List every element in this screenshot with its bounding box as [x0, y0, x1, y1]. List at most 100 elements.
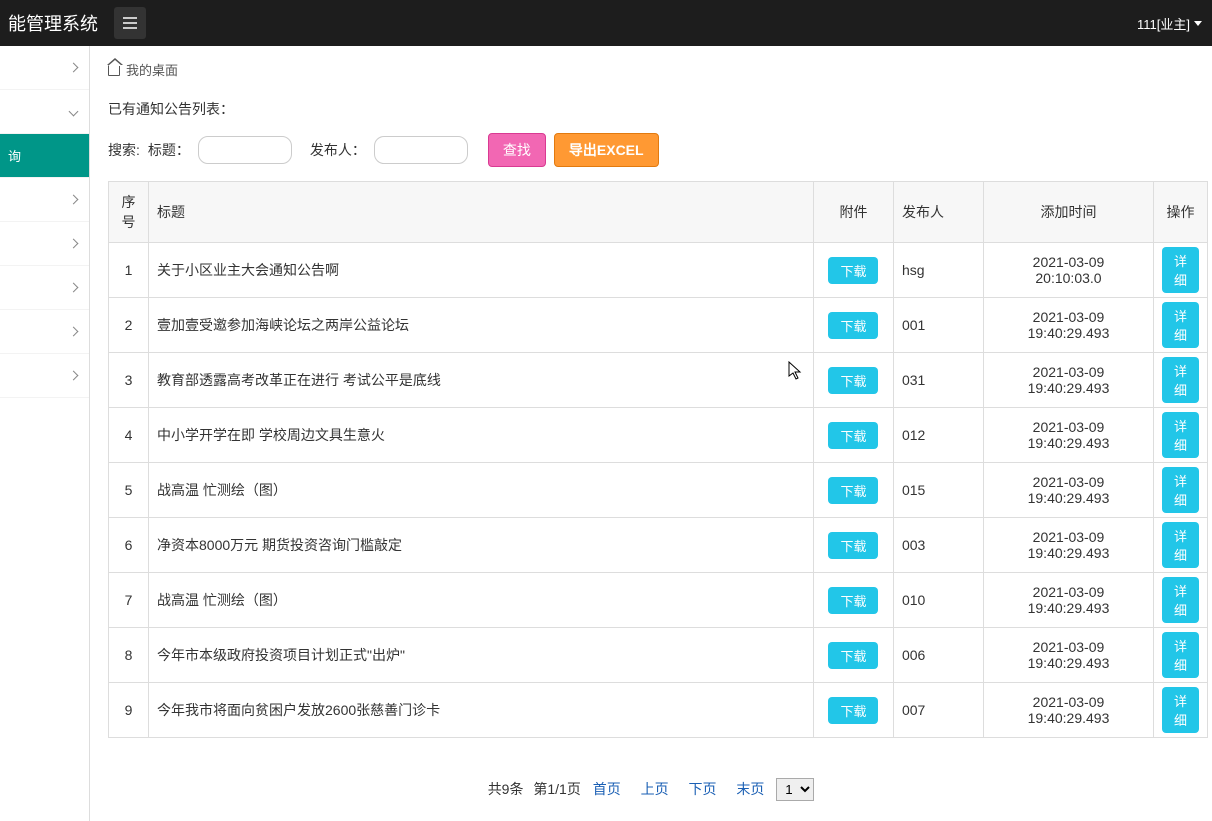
- download-button[interactable]: 下载: [828, 257, 878, 284]
- th-action: 操作: [1153, 182, 1207, 243]
- cell-time: 2021-03-0919:40:29.493: [983, 573, 1153, 628]
- cell-publisher: 003: [893, 518, 983, 573]
- cell-title: 今年我市将面向贫困户发放2600张慈善门诊卡: [149, 683, 814, 738]
- user-dropdown[interactable]: 111[业主]: [1137, 14, 1202, 33]
- sidebar-item-3[interactable]: [0, 178, 89, 222]
- cell-attach: 下载: [813, 518, 893, 573]
- table-row: 6净资本8000万元 期货投资咨询门槛敲定下载0032021-03-0919:4…: [109, 518, 1208, 573]
- cell-publisher: 006: [893, 628, 983, 683]
- cell-seq: 1: [109, 243, 149, 298]
- detail-button[interactable]: 详细: [1162, 687, 1199, 733]
- detail-button[interactable]: 详细: [1162, 247, 1199, 293]
- detail-button[interactable]: 详细: [1162, 412, 1199, 458]
- table-row: 2壹加壹受邀参加海峡论坛之两岸公益论坛下载0012021-03-0919:40:…: [109, 298, 1208, 353]
- detail-button[interactable]: 详细: [1162, 632, 1199, 678]
- page-select[interactable]: 1: [776, 778, 814, 801]
- page-next-link[interactable]: 下页: [689, 781, 717, 797]
- table-row: 3教育部透露高考改革正在进行 考试公平是底线下载0312021-03-0919:…: [109, 353, 1208, 408]
- sidebar-item-1[interactable]: [0, 90, 89, 134]
- cell-seq: 7: [109, 573, 149, 628]
- chevron-down-icon: [69, 107, 79, 117]
- cell-time: 2021-03-0919:40:29.493: [983, 298, 1153, 353]
- home-icon: [108, 64, 120, 76]
- page-prev-link[interactable]: 上页: [641, 781, 669, 797]
- page-first-link[interactable]: 首页: [593, 781, 621, 797]
- th-publisher: 发布人: [893, 182, 983, 243]
- title-input[interactable]: [198, 136, 292, 164]
- chevron-right-icon: [69, 327, 79, 337]
- sidebar-item-4[interactable]: [0, 222, 89, 266]
- table-row: 7战高温 忙测绘（图） 下载 0102021-03-0919:40:29.493详细: [109, 573, 1208, 628]
- app-title: 能管理系统: [0, 10, 98, 36]
- cell-title: 中小学开学在即 学校周边文具生意火: [149, 408, 814, 463]
- cell-seq: 5: [109, 463, 149, 518]
- cell-attach: 下载: [813, 243, 893, 298]
- cell-action: 详细: [1153, 353, 1207, 408]
- breadcrumb: 我的桌面: [90, 46, 1212, 93]
- cell-seq: 6: [109, 518, 149, 573]
- title-label: 标题：: [148, 140, 190, 160]
- cell-title: 壹加壹受邀参加海峡论坛之两岸公益论坛: [149, 298, 814, 353]
- publisher-input[interactable]: [374, 136, 468, 164]
- menu-toggle-button[interactable]: [114, 7, 146, 39]
- download-button[interactable]: 下载: [828, 367, 878, 394]
- download-button[interactable]: 下载: [828, 532, 878, 559]
- sidebar-item-query[interactable]: 询: [0, 134, 89, 178]
- cell-title: 教育部透露高考改革正在进行 考试公平是底线: [149, 353, 814, 408]
- pagination: 共9条 第1/1页 首页 上页 下页 末页 1: [90, 738, 1212, 821]
- download-button[interactable]: 下载: [828, 587, 878, 614]
- page-total: 共9条: [488, 781, 524, 797]
- cell-time: 2021-03-0919:40:29.493: [983, 408, 1153, 463]
- cell-attach: 下载: [813, 463, 893, 518]
- chevron-right-icon: [69, 63, 79, 73]
- sidebar-item-7[interactable]: [0, 354, 89, 398]
- cell-time: 2021-03-0919:40:29.493: [983, 353, 1153, 408]
- hamburger-icon: [123, 17, 137, 29]
- cell-publisher: hsg: [893, 243, 983, 298]
- detail-button[interactable]: 详细: [1162, 357, 1199, 403]
- cell-title: 今年市本级政府投资项目计划正式"出炉": [149, 628, 814, 683]
- sidebar-item-5[interactable]: [0, 266, 89, 310]
- cell-attach: 下载: [813, 408, 893, 463]
- download-button[interactable]: 下载: [828, 477, 878, 504]
- detail-button[interactable]: 详细: [1162, 302, 1199, 348]
- sidebar-item-0[interactable]: [0, 46, 89, 90]
- publisher-label: 发布人：: [310, 140, 366, 160]
- search-prefix: 搜索:: [108, 140, 140, 160]
- detail-button[interactable]: 详细: [1162, 577, 1199, 623]
- cell-publisher: 031: [893, 353, 983, 408]
- cell-action: 详细: [1153, 298, 1207, 353]
- th-title: 标题: [149, 182, 814, 243]
- chevron-right-icon: [69, 283, 79, 293]
- cell-publisher: 007: [893, 683, 983, 738]
- page-last-link[interactable]: 末页: [736, 781, 764, 797]
- detail-button[interactable]: 详细: [1162, 522, 1199, 568]
- detail-button[interactable]: 详细: [1162, 467, 1199, 513]
- cell-time: 2021-03-0919:40:29.493: [983, 628, 1153, 683]
- sidebar-item-6[interactable]: [0, 310, 89, 354]
- cell-seq: 9: [109, 683, 149, 738]
- cell-time: 2021-03-0920:10:03.0: [983, 243, 1153, 298]
- cell-attach: 下载: [813, 298, 893, 353]
- cell-time: 2021-03-0919:40:29.493: [983, 518, 1153, 573]
- page-current: 第1/1页: [533, 781, 580, 797]
- download-button[interactable]: 下载: [828, 422, 878, 449]
- download-button[interactable]: 下载: [828, 642, 878, 669]
- cell-action: 详细: [1153, 573, 1207, 628]
- chevron-right-icon: [69, 239, 79, 249]
- main-content: 我的桌面 已有通知公告列表： 搜索: 标题： 发布人： 查找 导出EXCEL 序…: [90, 46, 1212, 821]
- header-bar: 能管理系统 111[业主]: [0, 0, 1212, 46]
- cell-attach: 下载: [813, 353, 893, 408]
- cell-title: 战高温 忙测绘（图）: [149, 573, 814, 628]
- breadcrumb-home[interactable]: 我的桌面: [126, 60, 178, 79]
- caret-down-icon: [1194, 21, 1202, 26]
- download-button[interactable]: 下载: [828, 697, 878, 724]
- cell-publisher: 012: [893, 408, 983, 463]
- download-button[interactable]: 下载: [828, 312, 878, 339]
- cell-publisher: 010: [893, 573, 983, 628]
- export-excel-button[interactable]: 导出EXCEL: [554, 133, 659, 167]
- cell-seq: 2: [109, 298, 149, 353]
- search-button[interactable]: 查找: [488, 133, 546, 167]
- cell-action: 详细: [1153, 683, 1207, 738]
- th-attach: 附件: [813, 182, 893, 243]
